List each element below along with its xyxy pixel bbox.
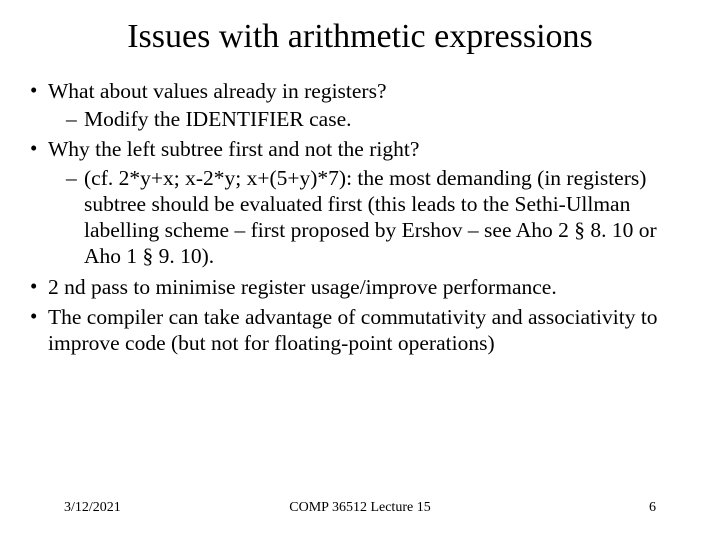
bullet-text: Why the left subtree first and not the r…: [48, 137, 419, 161]
slide-title: Issues with arithmetic expressions: [24, 18, 696, 56]
list-item: The compiler can take advantage of commu…: [30, 304, 696, 356]
list-item: What about values already in registers? …: [30, 78, 696, 132]
sub-list: Modify the IDENTIFIER case.: [48, 106, 696, 132]
list-item: (cf. 2*y+x; x-2*y; x+(5+y)*7): the most …: [66, 165, 696, 270]
list-item: 2 nd pass to minimise register usage/imp…: [30, 274, 696, 300]
bullet-text: (cf. 2*y+x; x-2*y; x+(5+y)*7): the most …: [84, 166, 657, 269]
bullet-text: Modify the IDENTIFIER case.: [84, 107, 352, 131]
sub-list: (cf. 2*y+x; x-2*y; x+(5+y)*7): the most …: [48, 165, 696, 270]
bullet-text: The compiler can take advantage of commu…: [48, 305, 658, 355]
footer-course: COMP 36512 Lecture 15: [0, 500, 720, 516]
bullet-text: 2 nd pass to minimise register usage/imp…: [48, 275, 557, 299]
list-item: Modify the IDENTIFIER case.: [66, 106, 696, 132]
bullet-text: What about values already in registers?: [48, 79, 387, 103]
bullet-list: What about values already in registers? …: [24, 78, 696, 356]
list-item: Why the left subtree first and not the r…: [30, 136, 696, 269]
slide-footer: 3/12/2021 COMP 36512 Lecture 15 6: [0, 500, 720, 516]
slide: Issues with arithmetic expressions What …: [0, 0, 720, 540]
slide-body: What about values already in registers? …: [24, 78, 696, 356]
